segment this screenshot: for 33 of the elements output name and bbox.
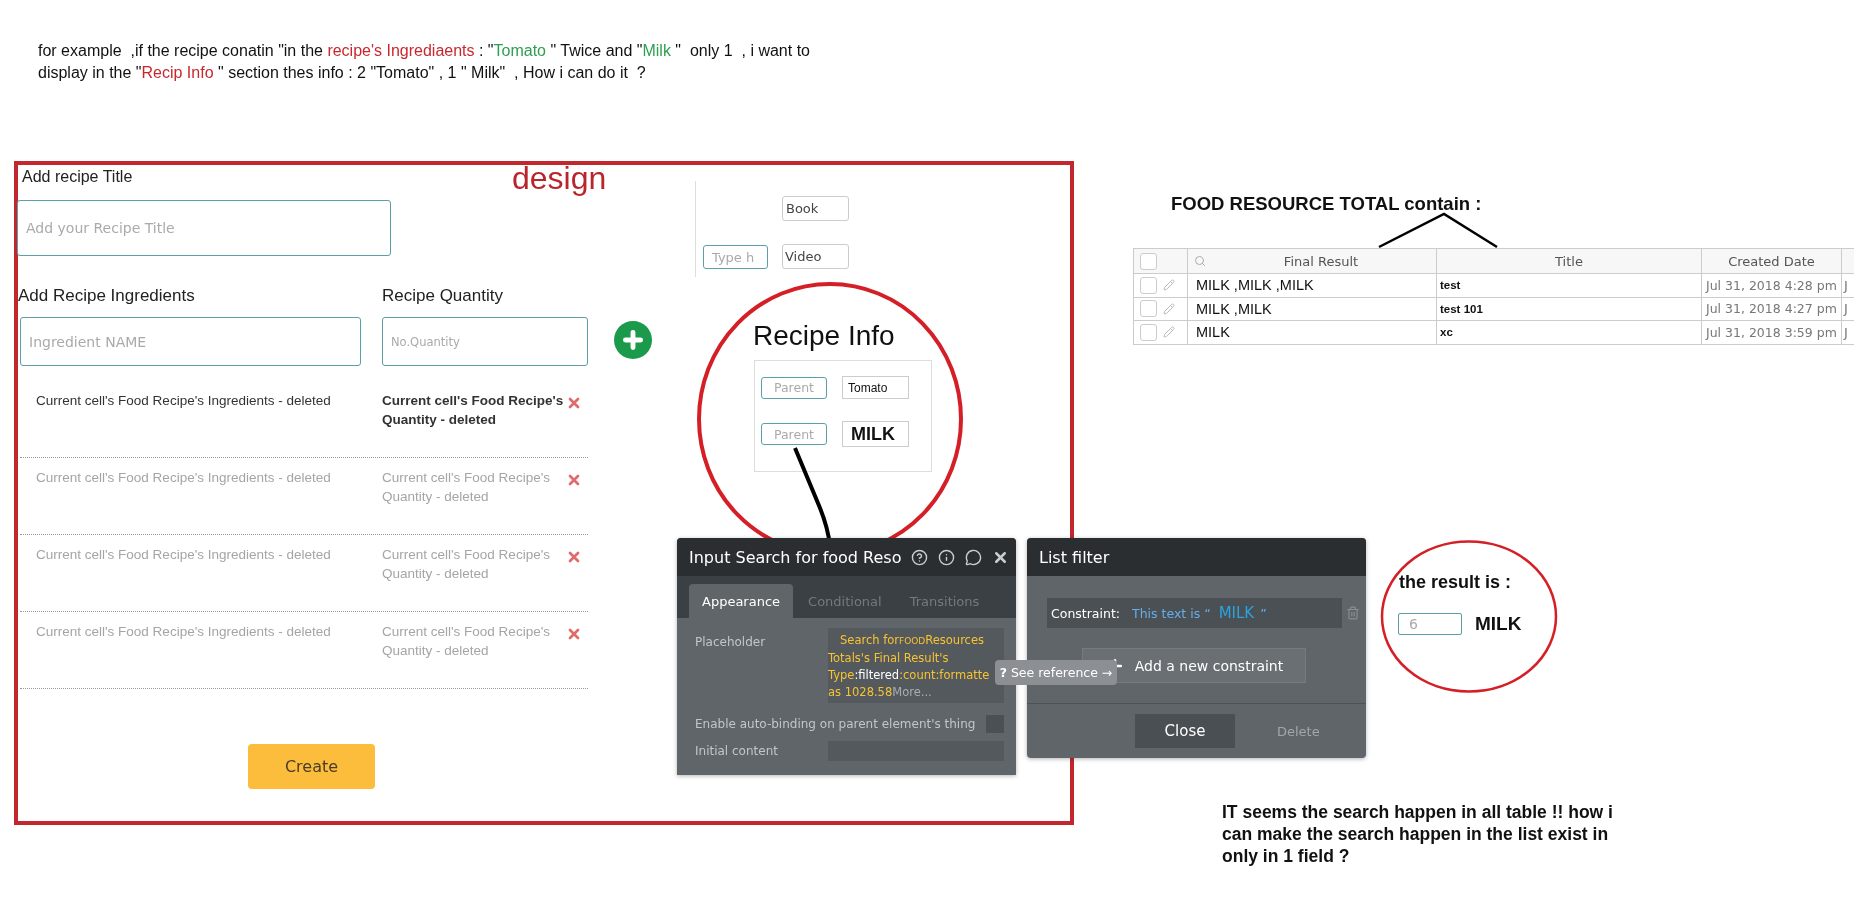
quantity-text: Current cell's Food Recipe's Quantity - deleted — [381, 469, 551, 506]
auto-binding-label: Enable auto-binding on parent element's thing — [695, 717, 976, 731]
placeholder-label: Placeholder — [695, 635, 766, 649]
ingredient-text: Current cell's Food Recipe's Ingredients - deleted — [35, 469, 332, 487]
table-cell: MILK — [1188, 321, 1437, 345]
recipe-title-label: Add recipe Title — [22, 168, 133, 186]
question-text: for example ,if the recipe conatin "in the recipe's Ingrediaents : "Tomato " Twice and "Milk " only 1 , i want to display in the "Recip Info " section thes info : 2 "Tomato" , 1 " Milk" , How i can do it ? — [38, 41, 810, 83]
quantity-label: Recipe Quantity — [382, 286, 503, 306]
table-caption: FOOD RESOURCE TOTAL contain : — [1171, 193, 1482, 215]
panel-title: Input Search for food Reso — [689, 547, 902, 567]
table-cell: xc — [1437, 321, 1702, 345]
ingredient-text: Current cell's Food Recipe's Ingredients - deleted — [35, 392, 332, 410]
table-cell: MILK ,MILK ,MILK — [1188, 274, 1437, 298]
quantity-text: Current cell's Food Recipe's Quantity - deleted — [381, 623, 551, 660]
design-label: design — [512, 160, 607, 197]
result-value: MILK — [1475, 613, 1522, 635]
footer-note: IT seems the search happen in all table !! how i can make the search happen in the list exist in only in 1 field ? — [1222, 801, 1614, 867]
ingredient-value: Tomato — [842, 376, 909, 399]
ingredient-value: MILK — [842, 421, 909, 447]
ingredients-label: Add Recipe Ingredients — [18, 286, 195, 306]
ingredient-text: Current cell's Food Recipe's Ingredients - deleted — [35, 546, 332, 564]
table-cell: Jul 31, 2018 3:59 pm — [1702, 321, 1842, 345]
quantity-text: Current cell's Food Recipe's Quantity - deleted — [381, 546, 551, 583]
table-cell: J — [1842, 274, 1854, 298]
initial-content-label: Initial content — [695, 744, 778, 758]
ingredient-text: Current cell's Food Recipe's Ingredients - deleted — [35, 623, 332, 641]
recipe-info-title: Recipe Info — [753, 320, 895, 352]
table-cell: Jul 31, 2018 4:28 pm — [1702, 274, 1842, 298]
quantity-text: Current cell's Food Recipe's Quantity - deleted — [381, 392, 565, 429]
result-label: the result is : — [1399, 572, 1512, 593]
table-cell: test — [1437, 274, 1702, 298]
panel-title: List filter — [1039, 547, 1111, 567]
table-cell: J — [1842, 321, 1854, 345]
